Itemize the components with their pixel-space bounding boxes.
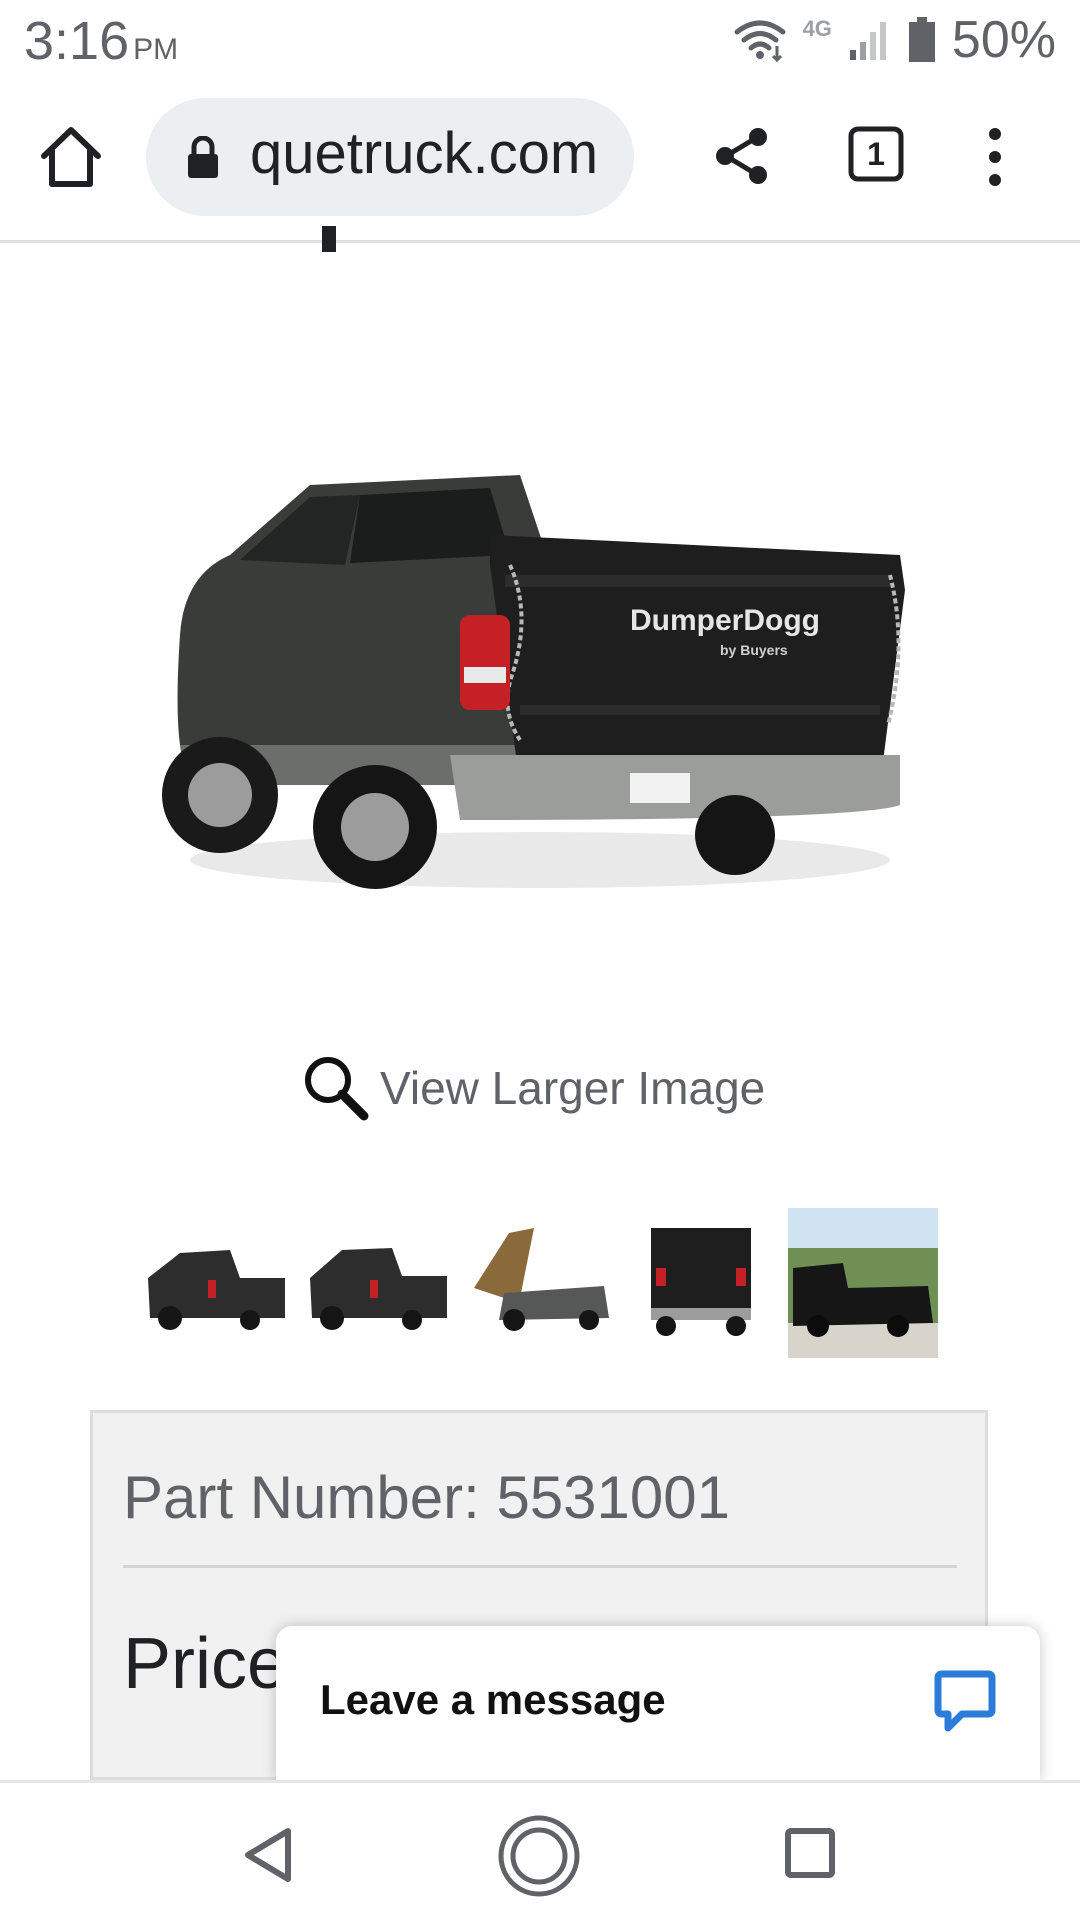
wifi-icon <box>734 20 786 62</box>
thumbnail-4[interactable] <box>626 1208 776 1358</box>
thumbnail-1[interactable] <box>140 1208 290 1358</box>
network-type-label: 4G <box>802 16 832 41</box>
back-icon[interactable] <box>240 1825 294 1885</box>
chat-widget-label: Leave a message <box>320 1676 666 1723</box>
product-image-brand-sub: by Buyers <box>720 642 788 658</box>
page-heading-cutoff <box>322 226 336 252</box>
chat-bubble-icon <box>934 1670 996 1732</box>
share-icon[interactable] <box>714 126 770 186</box>
status-time: 3:16 PM <box>24 10 178 72</box>
system-nav-bar <box>0 1780 1080 1920</box>
url-text: quetruck.com <box>250 121 599 186</box>
price-label: Price <box>123 1624 288 1704</box>
signal-icon <box>849 22 886 60</box>
tab-switcher-button[interactable]: 1 <box>848 126 904 182</box>
lock-icon <box>188 136 218 178</box>
view-larger-image-link[interactable]: View Larger Image <box>300 1052 765 1124</box>
product-image[interactable]: DumperDogg by Buyers <box>160 455 920 900</box>
thumbnail-5[interactable] <box>788 1208 938 1358</box>
status-time-value: 3:16 <box>24 11 130 71</box>
status-time-ampm: PM <box>133 33 179 66</box>
thumbnail-2[interactable] <box>302 1208 452 1358</box>
more-vert-icon[interactable] <box>980 126 1010 188</box>
thumbnail-3[interactable] <box>464 1208 614 1358</box>
magnifier-icon <box>305 1057 369 1121</box>
recents-icon[interactable] <box>784 1827 836 1879</box>
home-icon[interactable] <box>36 122 106 192</box>
part-number: Part Number: 5531001 <box>123 1464 731 1531</box>
leave-message-chat-widget[interactable]: Leave a message <box>276 1626 1040 1780</box>
battery-icon <box>908 17 935 62</box>
battery-percent: 50% <box>951 11 1056 69</box>
thumbnail-strip <box>140 1208 940 1358</box>
info-divider <box>123 1565 957 1568</box>
browser-toolbar: quetruck.com 1 <box>0 82 1080 243</box>
home-circle-icon[interactable] <box>496 1813 582 1899</box>
address-bar[interactable]: quetruck.com <box>146 98 634 216</box>
view-larger-image-label: View Larger Image <box>380 1062 766 1114</box>
tab-count: 1 <box>867 136 885 172</box>
product-image-brand: DumperDogg <box>630 604 820 637</box>
status-bar: 3:16 PM 4G 50% <box>0 0 1080 82</box>
status-icons: 4G 50% <box>733 10 1056 70</box>
